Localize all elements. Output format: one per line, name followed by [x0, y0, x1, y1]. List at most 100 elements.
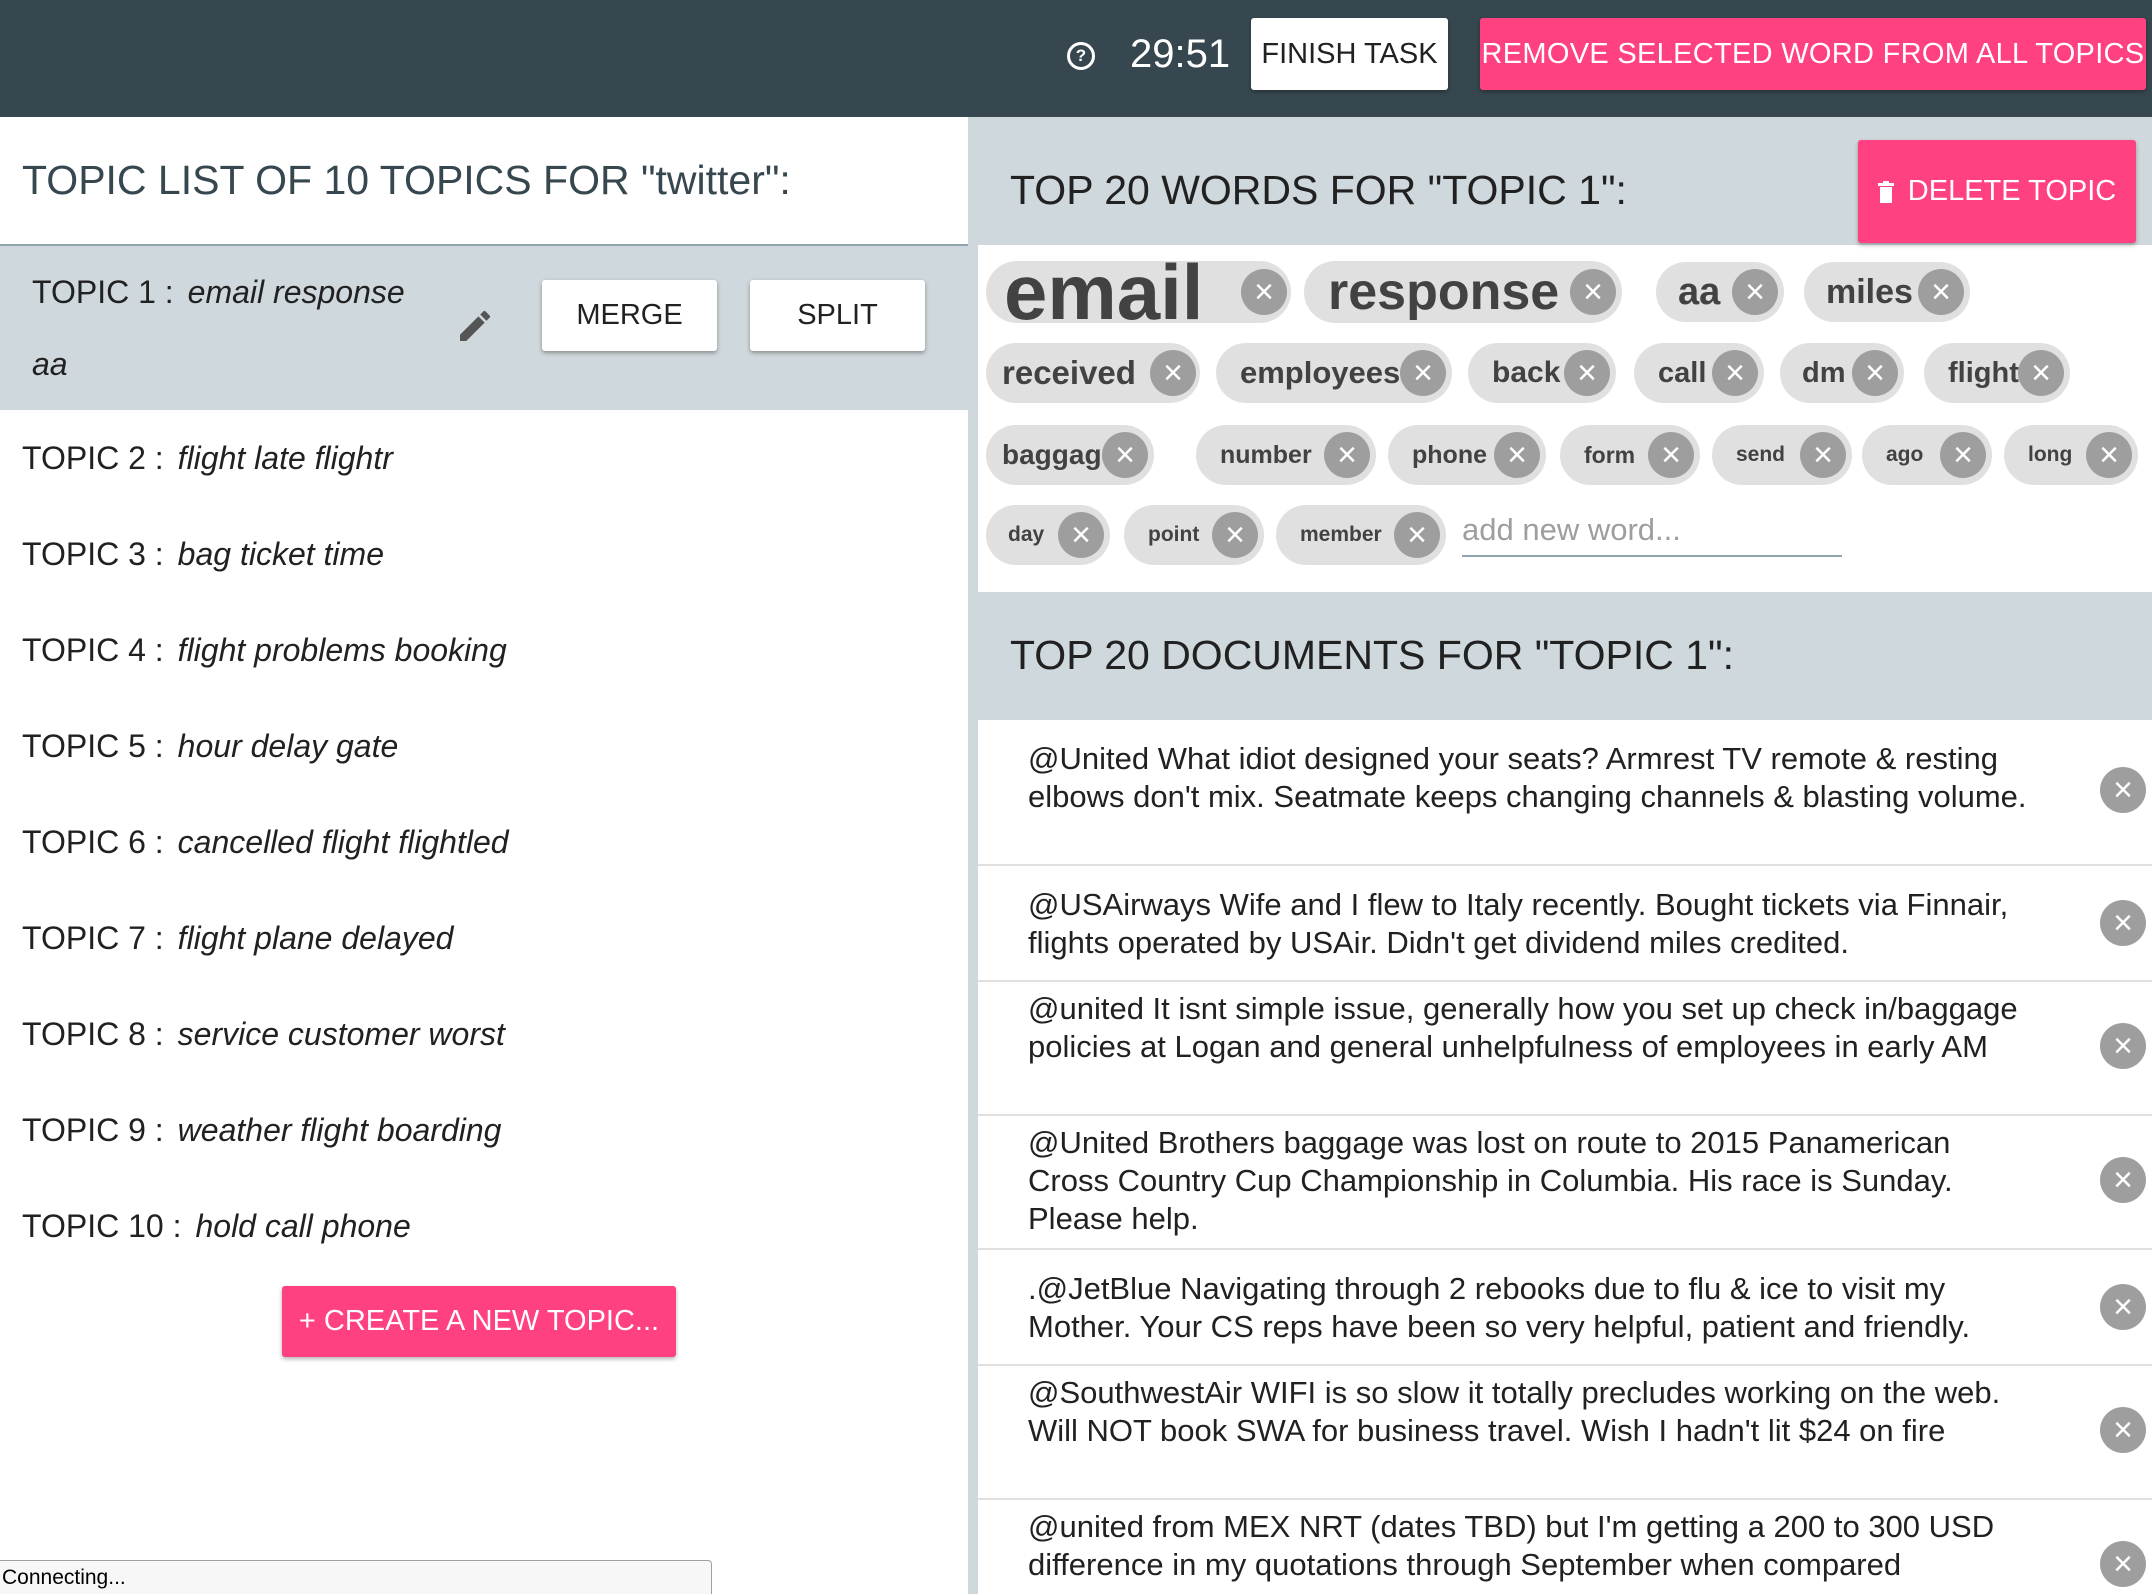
remove-word-icon[interactable]: ×: [1102, 432, 1148, 478]
pane-divider[interactable]: [968, 117, 978, 1594]
word-chip-label: call: [1658, 356, 1707, 389]
document-text: @United Brothers baggage was lost on rou…: [1028, 1125, 1953, 1236]
remove-document-icon[interactable]: ×: [2100, 1541, 2146, 1587]
word-chip[interactable]: received ×: [986, 343, 1200, 403]
document-row[interactable]: @United Brothers baggage was lost on rou…: [978, 1116, 2152, 1250]
remove-document-icon[interactable]: ×: [2100, 900, 2146, 946]
topic-label: TOPIC 1 :: [32, 274, 174, 310]
word-chip[interactable]: member ×: [1276, 505, 1446, 565]
topic-label: TOPIC 4 :: [22, 632, 164, 668]
remove-word-icon[interactable]: ×: [1494, 432, 1540, 478]
word-chip-label: back: [1492, 356, 1561, 389]
remove-word-icon[interactable]: ×: [1570, 269, 1616, 315]
remove-word-all-topics-button[interactable]: REMOVE SELECTED WORD FROM ALL TOPICS: [1480, 18, 2146, 90]
word-chip-label: email: [1004, 247, 1204, 336]
document-row[interactable]: @united from MEX NRT (dates TBD) but I'm…: [978, 1500, 2152, 1594]
remove-word-icon[interactable]: ×: [1648, 432, 1694, 478]
delete-topic-label: DELETE TOPIC: [1907, 175, 2117, 207]
help-icon[interactable]: ?: [1067, 42, 1095, 70]
topic-item-10[interactable]: TOPIC 10 : hold call phone: [22, 1208, 411, 1245]
split-button[interactable]: SPLIT: [750, 280, 925, 351]
remove-document-icon[interactable]: ×: [2100, 1023, 2146, 1069]
document-row[interactable]: .@JetBlue Navigating through 2 rebooks d…: [978, 1250, 2152, 1366]
topic-words: hold call phone: [195, 1208, 411, 1244]
remove-word-icon[interactable]: ×: [1940, 432, 1986, 478]
topic-item-9[interactable]: TOPIC 9 : weather flight boarding: [22, 1112, 501, 1149]
word-chip[interactable]: employees ×: [1216, 343, 1452, 403]
create-topic-button[interactable]: + CREATE A NEW TOPIC...: [282, 1286, 676, 1357]
remove-word-icon[interactable]: ×: [1058, 512, 1104, 558]
word-chip-label: flight: [1948, 356, 2019, 389]
word-chip[interactable]: call ×: [1634, 343, 1764, 403]
remove-word-icon[interactable]: ×: [1732, 269, 1778, 315]
word-chip-label: member: [1300, 523, 1382, 546]
topic-words: flight late flightr: [177, 440, 393, 476]
remove-word-icon[interactable]: ×: [1150, 350, 1196, 396]
merge-button[interactable]: MERGE: [542, 280, 717, 351]
word-chip[interactable]: day ×: [986, 505, 1110, 565]
word-chip[interactable]: phone ×: [1388, 425, 1546, 485]
word-chip-label: day: [1008, 523, 1045, 546]
topic-item-6[interactable]: TOPIC 6 : cancelled flight flightled: [22, 824, 509, 861]
remove-document-icon[interactable]: ×: [2100, 1157, 2146, 1203]
remove-document-icon[interactable]: ×: [2100, 1284, 2146, 1330]
word-chip[interactable]: flight ×: [1924, 343, 2070, 403]
finish-task-button[interactable]: FINISH TASK: [1251, 18, 1448, 90]
topic-item-2[interactable]: TOPIC 2 : flight late flightr: [22, 440, 393, 477]
word-chip-label: dm: [1802, 356, 1846, 389]
word-chip[interactable]: email ×: [986, 248, 1291, 336]
remove-word-icon[interactable]: ×: [1212, 512, 1258, 558]
remove-word-icon[interactable]: ×: [1918, 269, 1964, 315]
document-text: @united from MEX NRT (dates TBD) but I'm…: [1028, 1509, 1995, 1582]
word-chip-label: baggage: [1002, 439, 1118, 470]
word-chip[interactable]: aa ×: [1656, 262, 1784, 322]
word-chip[interactable]: ago ×: [1862, 425, 1992, 485]
word-chip[interactable]: miles ×: [1804, 262, 1970, 322]
document-row[interactable]: @United What idiot designed your seats? …: [978, 720, 2152, 866]
remove-word-icon[interactable]: ×: [1324, 432, 1370, 478]
remove-word-icon[interactable]: ×: [2086, 432, 2132, 478]
remove-word-icon[interactable]: ×: [1400, 350, 1446, 396]
words-header: TOP 20 WORDS FOR "TOPIC 1": DELETE TOPIC: [978, 117, 2152, 245]
topic-item-5[interactable]: TOPIC 5 : hour delay gate: [22, 728, 398, 765]
word-chip-label: phone: [1412, 440, 1487, 469]
word-chip-label: number: [1220, 440, 1312, 469]
word-chip[interactable]: form ×: [1560, 425, 1700, 485]
document-row[interactable]: @SouthwestAir WIFI is so slow it totally…: [978, 1366, 2152, 1500]
document-row[interactable]: @USAirways Wife and I flew to Italy rece…: [978, 866, 2152, 982]
add-word-input[interactable]: add new word...: [1462, 505, 1842, 557]
topic-label: TOPIC 8 :: [22, 1016, 164, 1052]
remove-word-icon[interactable]: ×: [1241, 269, 1287, 315]
remove-word-icon[interactable]: ×: [2018, 350, 2064, 396]
remove-word-icon[interactable]: ×: [1852, 350, 1898, 396]
remove-word-icon[interactable]: ×: [1800, 432, 1846, 478]
topic-words: cancelled flight flightled: [177, 824, 509, 860]
remove-word-icon[interactable]: ×: [1394, 512, 1440, 558]
remove-document-icon[interactable]: ×: [2100, 767, 2146, 813]
word-chip[interactable]: back ×: [1468, 343, 1616, 403]
topic-item-8[interactable]: TOPIC 8 : service customer worst: [22, 1016, 505, 1053]
document-row[interactable]: @united It isnt simple issue, generally …: [978, 982, 2152, 1116]
word-chip[interactable]: baggage ×: [986, 425, 1154, 485]
topic-label: TOPIC 6 :: [22, 824, 164, 860]
remove-document-icon[interactable]: ×: [2100, 1407, 2146, 1453]
document-text: @USAirways Wife and I flew to Italy rece…: [1028, 887, 2009, 960]
word-chip[interactable]: send ×: [1712, 425, 1852, 485]
document-text: @United What idiot designed your seats? …: [1028, 741, 2027, 814]
pencil-icon[interactable]: [455, 306, 495, 346]
word-chip[interactable]: dm ×: [1780, 343, 1904, 403]
browser-status-bar: Connecting...: [0, 1560, 712, 1594]
word-chip[interactable]: number ×: [1196, 425, 1376, 485]
topic-words: flight plane delayed: [177, 920, 454, 956]
remove-word-icon[interactable]: ×: [1564, 350, 1610, 396]
topic-item-7[interactable]: TOPIC 7 : flight plane delayed: [22, 920, 453, 957]
word-chip[interactable]: long ×: [2004, 425, 2138, 485]
topic-item-3[interactable]: TOPIC 3 : bag ticket time: [22, 536, 384, 573]
top-words-title: TOP 20 WORDS FOR "TOPIC 1":: [1010, 167, 1627, 213]
word-chip[interactable]: point ×: [1124, 505, 1264, 565]
word-chip-label: employees: [1240, 355, 1401, 390]
topic-item-4[interactable]: TOPIC 4 : flight problems booking: [22, 632, 507, 669]
word-chip[interactable]: response ×: [1304, 261, 1622, 323]
remove-word-icon[interactable]: ×: [1712, 350, 1758, 396]
delete-topic-button[interactable]: DELETE TOPIC: [1858, 140, 2136, 243]
